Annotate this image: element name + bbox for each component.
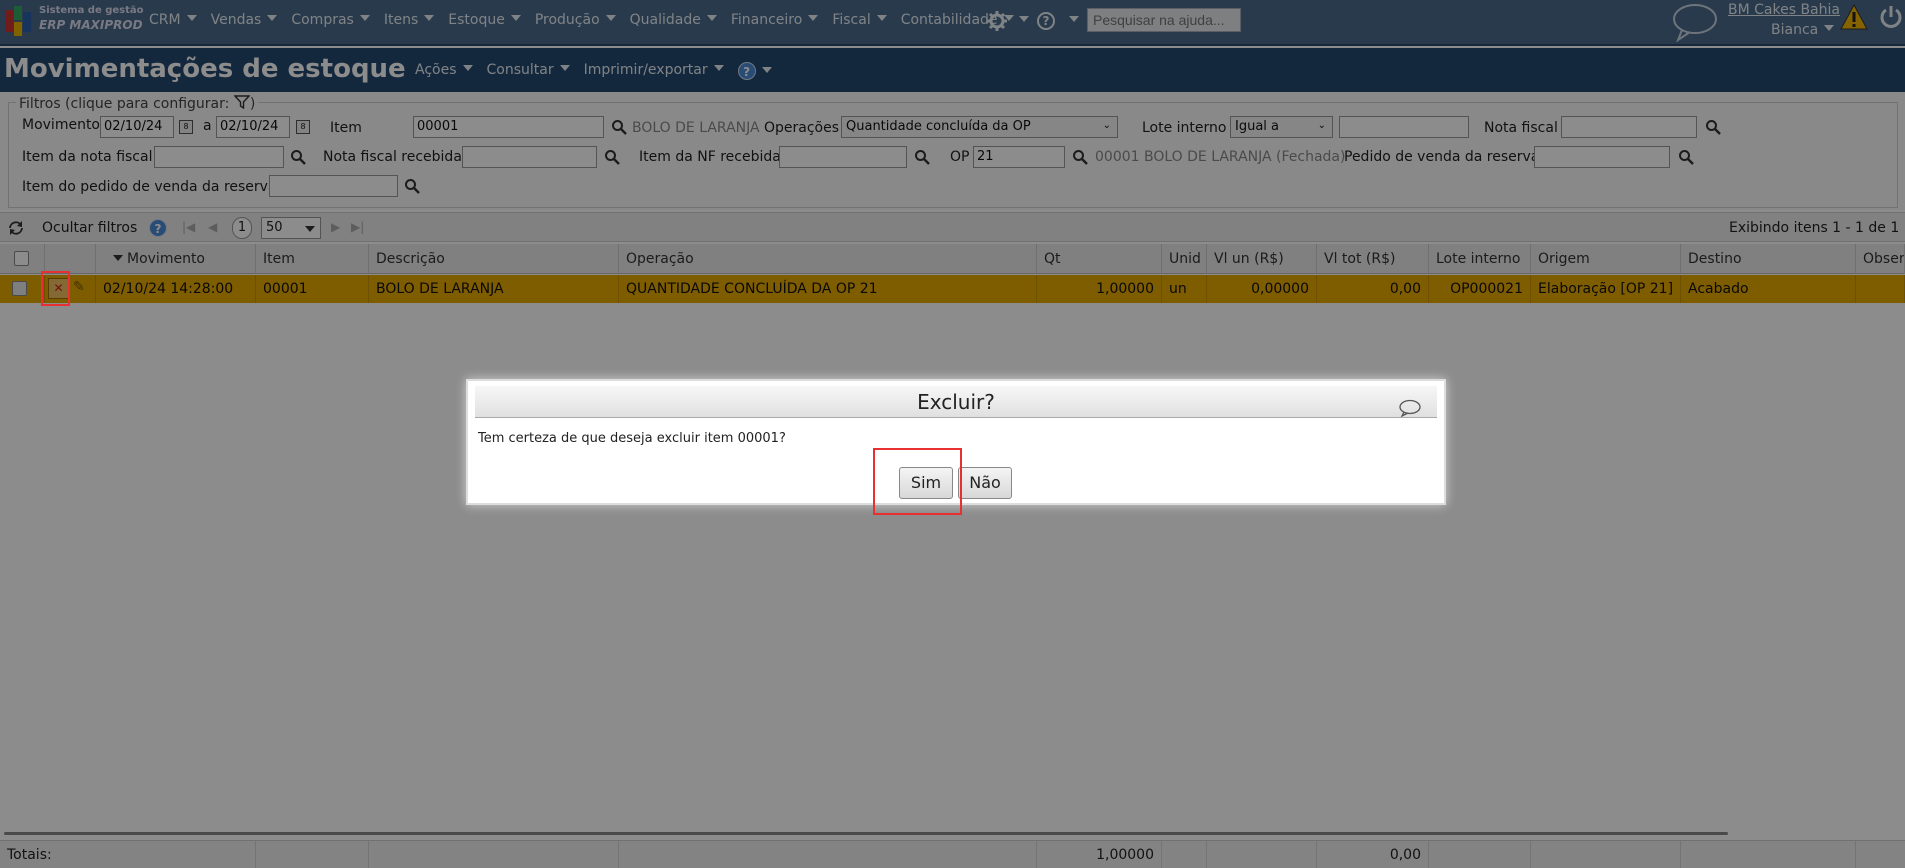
dialog-message: Tem certeza de que deseja excluir item 0…	[478, 431, 786, 446]
comment-icon[interactable]	[1399, 399, 1421, 417]
yes-button-highlight	[873, 448, 962, 515]
delete-icon-highlight	[41, 271, 70, 306]
no-button[interactable]: Não	[958, 467, 1012, 499]
dialog-title: Excluir?	[475, 386, 1437, 418]
